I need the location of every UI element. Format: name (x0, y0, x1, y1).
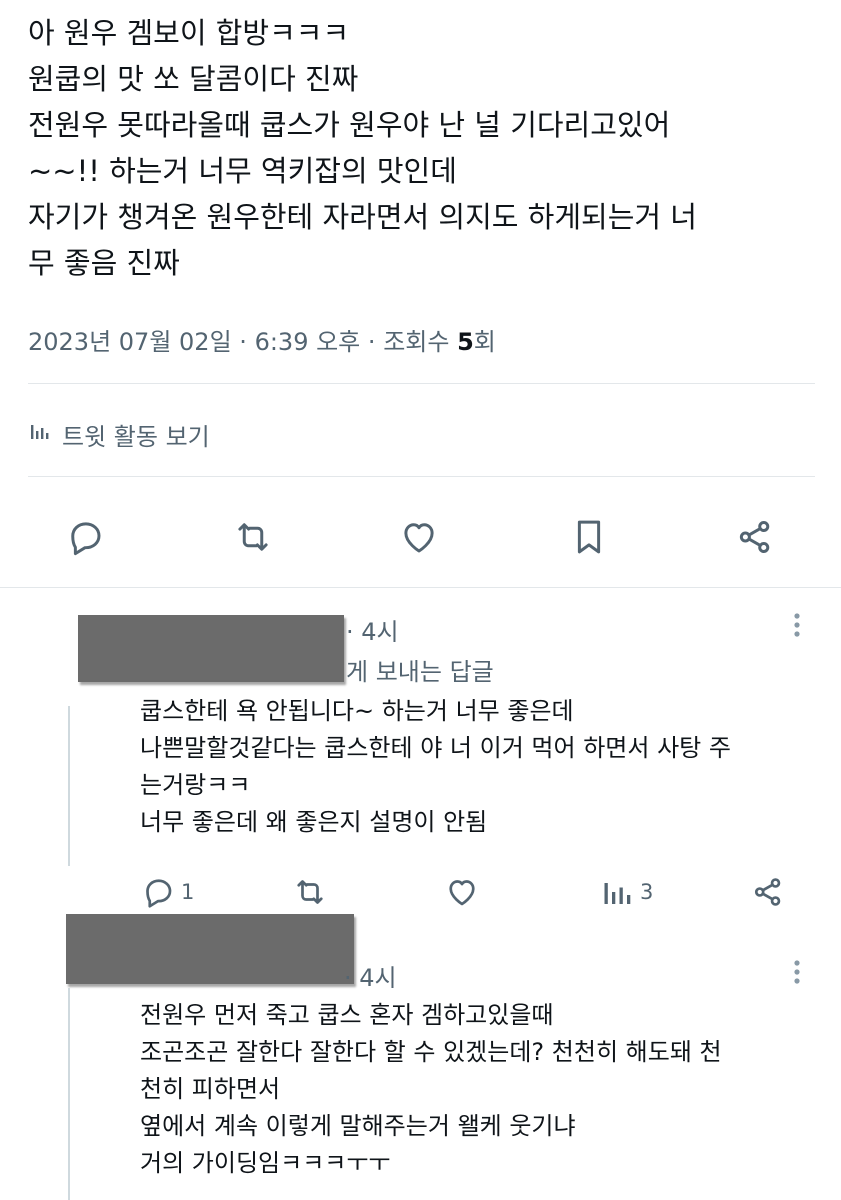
more-options-icon[interactable] (788, 958, 806, 992)
like-icon[interactable] (444, 874, 480, 910)
retweet-icon[interactable] (292, 874, 328, 910)
reply-count: 1 (181, 880, 195, 904)
reply-context: 게 보내는 답글 (346, 658, 494, 686)
divider (0, 587, 841, 588)
more-options-icon[interactable] (788, 611, 806, 645)
tweet-text-line: 아 원우 겜보이 합방ㅋㅋㅋ (28, 16, 350, 50)
tweet-meta: 2023년 07월 02일 · 6:39 오후 · 조회수 5회 (28, 322, 496, 357)
reply-text-line: 전원우 먼저 죽고 쿱스 혼자 겜하고있을때 (140, 1001, 554, 1029)
share-icon[interactable] (750, 874, 786, 910)
reply-time: · 4시 (344, 964, 397, 992)
tweet-action-bar (0, 514, 841, 558)
reply-time: · 4시 (346, 618, 399, 646)
analytics-icon (28, 419, 52, 449)
reply-text-line: 너무 좋은데 왜 좋은지 설명이 안됨 (140, 808, 488, 836)
divider (28, 476, 815, 477)
reply-icon[interactable] (140, 874, 176, 910)
reply-text-line: 거의 가이딩임ㅋㅋㅋㅜㅜ (140, 1149, 391, 1177)
tweet-text-line: 전원우 못따라올때 쿱스가 원우야 난 널 기다리고있어 (28, 108, 671, 142)
bookmark-icon[interactable] (568, 516, 610, 558)
retweet-icon[interactable] (232, 516, 274, 558)
reply-text: 전원우 먼저 죽고 쿱스 혼자 겜하고있을때 조곤조곤 잘한다 잘한다 할 수 … (140, 997, 820, 1182)
tweet-activity-label: 트윗 활동 보기 (62, 422, 210, 451)
reply-text-line: 조곤조곤 잘한다 잘한다 할 수 있겠는데? 천천히 해도돼 천 (140, 1038, 722, 1066)
views-label: 조회수 (383, 328, 450, 356)
redacted-username (78, 615, 344, 682)
tweet-text: 아 원우 겜보이 합방ㅋㅋㅋ 원쿱의 맛 쏘 달콤이다 진짜 전원우 못따라올때… (28, 10, 818, 286)
views-icon[interactable] (600, 874, 636, 910)
thread-line (68, 706, 70, 866)
reply-text-line: 는거랑ㅋㅋ (140, 771, 251, 799)
tweet-time[interactable]: 6:39 오후 (255, 328, 361, 356)
redacted-username (66, 914, 354, 984)
reply-text-line: 옆에서 계속 이렇게 말해주는거 왤케 웃기냐 (140, 1112, 576, 1140)
meta-separator: · (239, 328, 247, 356)
tweet-text-line: ~~!! 하는거 너무 역키잡의 맛인데 (28, 154, 457, 188)
reply-icon[interactable] (64, 516, 106, 558)
views-count: 5 (457, 328, 474, 356)
tweet-activity-link[interactable]: 트윗 활동 보기 (28, 416, 210, 452)
reply-text-line: 나쁜말할것같다는 쿱스한테 야 너 이거 먹어 하면서 사탕 주 (140, 734, 731, 762)
like-icon[interactable] (398, 516, 440, 558)
divider (28, 383, 815, 384)
reply-text: 쿱스한테 욕 안됩니다~ 하는거 너무 좋은데 나쁜말할것같다는 쿱스한테 야 … (140, 693, 820, 841)
views-unit: 회 (473, 328, 496, 356)
share-icon[interactable] (734, 516, 776, 558)
tweet-date[interactable]: 2023년 07월 02일 (28, 328, 232, 356)
thread-line (68, 988, 70, 1200)
reply-text-line: 천히 피하면서 (140, 1075, 281, 1103)
views-count: 3 (640, 880, 654, 904)
reply-action-bar: 1 3 (0, 874, 841, 910)
tweet-text-line: 자기가 챙겨온 원우한테 자라면서 의지도 하게되는거 너 (28, 200, 697, 234)
tweet-text-line: 무 좋음 진짜 (28, 246, 180, 280)
reply-text-line: 쿱스한테 욕 안됩니다~ 하는거 너무 좋은데 (140, 697, 574, 725)
meta-separator: · (367, 328, 376, 356)
tweet-text-line: 원쿱의 맛 쏘 달콤이다 진짜 (28, 62, 359, 96)
